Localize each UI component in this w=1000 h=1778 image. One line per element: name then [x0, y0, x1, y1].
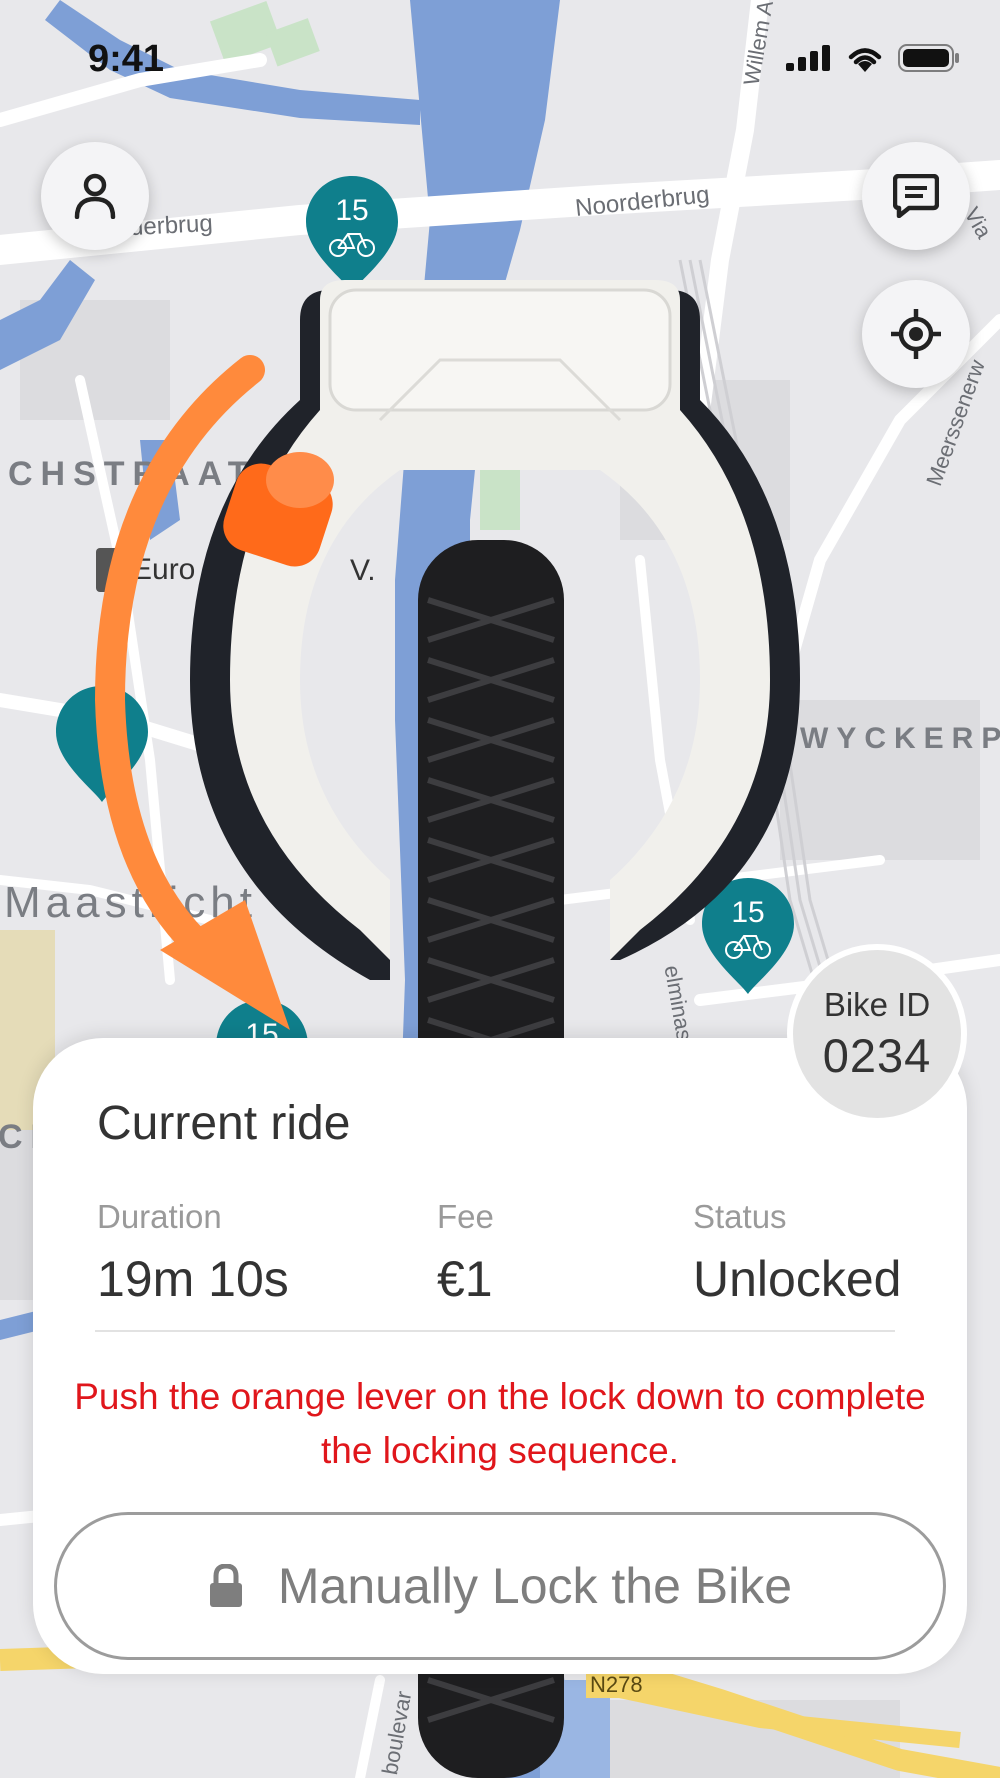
- duration-label: Duration: [97, 1198, 222, 1235]
- pin-marker-icon: [56, 686, 148, 802]
- bike-id-badge: Bike ID 0234: [787, 944, 967, 1124]
- road-label-n278: N278: [586, 1672, 647, 1698]
- card-title: Current ride: [97, 1097, 351, 1150]
- chat-icon: [893, 174, 939, 218]
- wifi-icon: [848, 48, 882, 72]
- lock-instruction: Push the orange lever on the lock down t…: [74, 1376, 926, 1471]
- district-label-chstraat: CHSTRAAT: [8, 455, 257, 493]
- pin-count: 15: [731, 896, 765, 929]
- fee-label: Fee: [437, 1198, 494, 1235]
- bike-station-pin[interactable]: 15: [306, 176, 398, 292]
- cellular-signal-icon: [786, 45, 830, 71]
- pin-count: 15: [335, 194, 369, 227]
- fee-stat: Fee €1: [437, 1198, 494, 1308]
- status-label: Status: [693, 1198, 787, 1235]
- locate-button[interactable]: [862, 280, 970, 388]
- profile-button[interactable]: [41, 142, 149, 250]
- manual-lock-label: Manually Lock the Bike: [277, 1558, 793, 1614]
- bike-id-value: 0234: [822, 1029, 932, 1082]
- bike-id-label: Bike ID: [823, 986, 931, 1023]
- status-icons: [786, 44, 960, 72]
- duration-value: 19m 10s: [97, 1251, 289, 1307]
- poi-label-euro-text: Euro: [132, 553, 196, 586]
- status-value: Unlocked: [693, 1251, 902, 1307]
- fee-value: €1: [437, 1251, 493, 1307]
- battery-icon: [898, 44, 959, 72]
- city-label-maastricht: Maastricht: [4, 878, 257, 927]
- poi-label-euro: Euro: [96, 548, 195, 592]
- poi-label-v: V.: [350, 554, 376, 587]
- location-target-icon: [891, 309, 941, 359]
- person-icon: [74, 173, 116, 219]
- chat-button[interactable]: [862, 142, 970, 250]
- status-bar: 9:41: [0, 0, 1000, 120]
- status-stat: Status Unlocked: [693, 1198, 901, 1308]
- duration-stat: Duration 19m 10s: [97, 1198, 289, 1308]
- bike-station-pin[interactable]: [56, 686, 148, 802]
- poi-building-icon: [96, 548, 126, 592]
- district-label-wyckerp: WYCKERP: [800, 722, 1000, 755]
- manual-lock-button[interactable]: Manually Lock the Bike: [54, 1512, 946, 1660]
- bike-station-pin[interactable]: 15: [702, 878, 794, 994]
- lock-icon: [209, 1564, 242, 1607]
- divider: [95, 1330, 895, 1332]
- status-time: 9:41: [88, 38, 165, 80]
